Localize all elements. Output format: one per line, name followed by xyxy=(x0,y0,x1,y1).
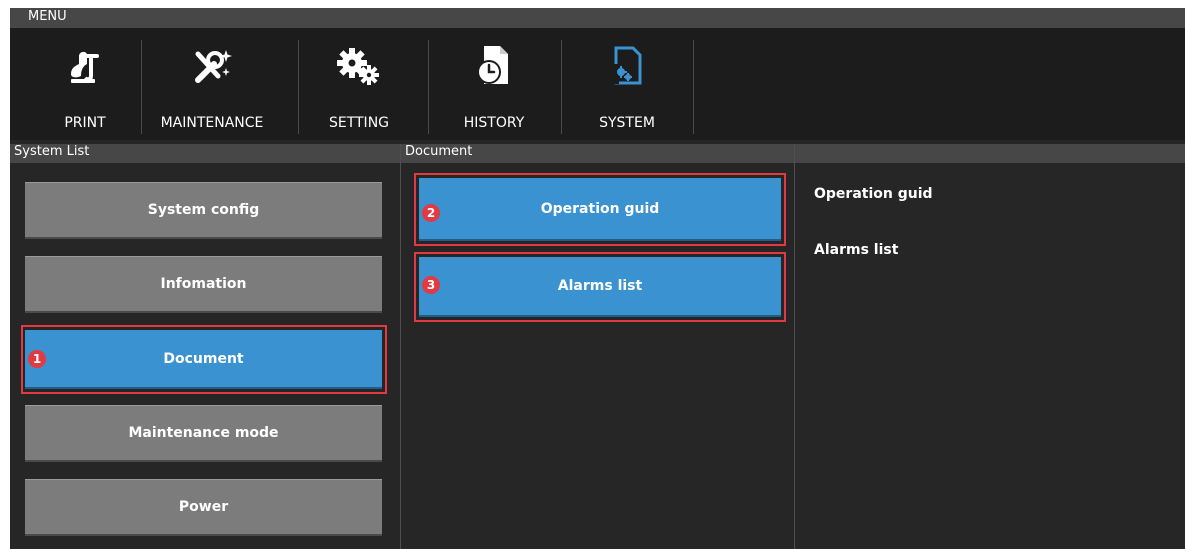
setting-icon xyxy=(299,42,419,90)
app-window: MENU PRINT MAINTENANCE SETTING HISTORY S… xyxy=(10,8,1185,549)
information-button[interactable]: Infomation xyxy=(25,256,382,313)
toolbar-setting-label: SETTING xyxy=(328,115,390,131)
document-title: Document xyxy=(405,144,473,159)
detail-item-operation-guide[interactable]: Operation guid xyxy=(814,186,933,202)
column-divider xyxy=(400,144,401,549)
system-config-button[interactable]: System config xyxy=(25,182,382,239)
menu-bar: MENU xyxy=(10,8,1185,28)
toolbar-system-label: SYSTEM xyxy=(599,115,655,131)
system-list-header: System List xyxy=(10,144,400,163)
document-header: Document xyxy=(401,144,794,163)
callout-number-1: 1 xyxy=(28,350,46,368)
history-icon xyxy=(429,42,559,90)
maintenance-icon xyxy=(142,42,282,90)
system-icon xyxy=(562,42,692,90)
detail-header xyxy=(795,144,1185,163)
alarms-list-button[interactable]: Alarms list xyxy=(419,257,781,317)
toolbar-history-label: HISTORY xyxy=(463,115,525,131)
callout-number-2: 2 xyxy=(422,204,440,222)
document-label: Document xyxy=(163,350,244,367)
print-icon xyxy=(30,42,140,90)
toolbar-maintenance-label: MAINTENANCE xyxy=(160,115,264,131)
callout-number-3: 3 xyxy=(422,276,440,294)
toolbar-history-button[interactable]: HISTORY xyxy=(429,28,559,140)
toolbar-print-label: PRINT xyxy=(64,115,106,131)
power-label: Power xyxy=(178,499,229,515)
operation-guide-button[interactable]: Operation guid xyxy=(419,178,781,241)
detail-item-alarms-list[interactable]: Alarms list xyxy=(814,242,898,258)
toolbar-system-button[interactable]: SYSTEM xyxy=(562,28,692,140)
maintenance-mode-button[interactable]: Maintenance mode xyxy=(25,405,382,462)
toolbar-maintenance-button[interactable]: MAINTENANCE xyxy=(142,28,282,140)
document-button[interactable]: Document xyxy=(25,330,382,389)
system-list-title: System List xyxy=(14,144,90,159)
toolbar: PRINT MAINTENANCE SETTING HISTORY SYSTEM xyxy=(10,28,1185,140)
maintenance-mode-label: Maintenance mode xyxy=(128,425,279,441)
column-divider xyxy=(794,144,795,549)
toolbar-print-button[interactable]: PRINT xyxy=(30,28,140,140)
toolbar-divider xyxy=(693,40,694,134)
power-button[interactable]: Power xyxy=(25,479,382,536)
toolbar-setting-button[interactable]: SETTING xyxy=(299,28,419,140)
alarms-list-label: Alarms list xyxy=(557,278,643,294)
information-label: Infomation xyxy=(160,276,247,292)
menu-title: MENU xyxy=(28,9,67,24)
system-config-label: System config xyxy=(147,202,260,218)
operation-guide-label: Operation guid xyxy=(540,200,660,217)
